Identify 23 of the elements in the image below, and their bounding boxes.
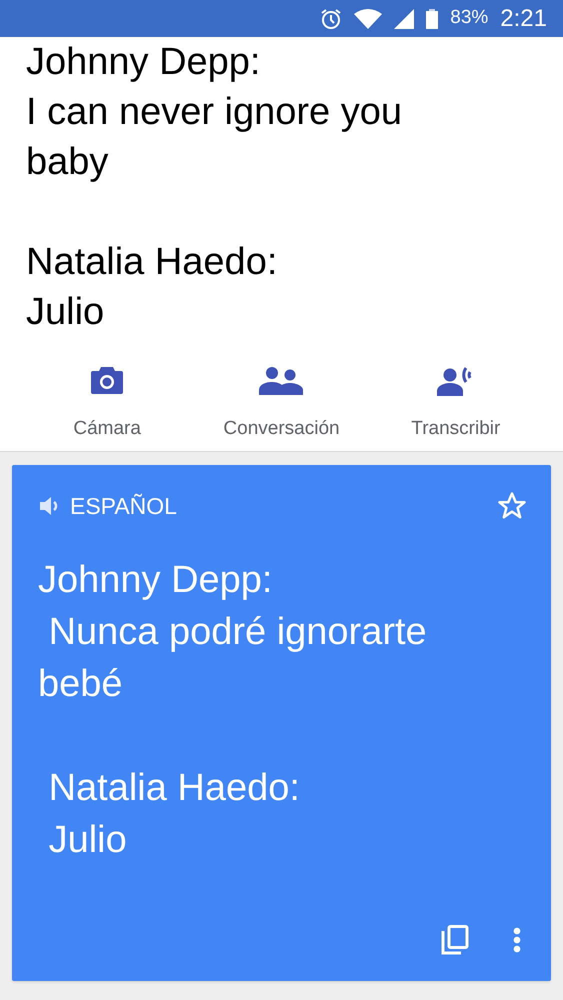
source-text: Julio bbox=[26, 290, 106, 335]
action-button[interactable]: Conversación bbox=[194, 355, 369, 451]
clock: 2:21 bbox=[500, 4, 547, 34]
wifi-icon bbox=[354, 8, 382, 28]
translated-text: Natalia Haedo: bbox=[48, 766, 301, 810]
battery-icon bbox=[426, 8, 438, 28]
action-button[interactable]: Cámara bbox=[20, 355, 194, 451]
camera-icon bbox=[90, 365, 124, 395]
copy-icon[interactable] bbox=[441, 925, 469, 955]
star-icon[interactable] bbox=[497, 491, 527, 522]
language-label: ESPAÑOL bbox=[70, 492, 177, 521]
signal-icon bbox=[394, 8, 414, 28]
translated-text: Nunca podré ignorarte bebé bbox=[38, 610, 428, 706]
action-button[interactable]: Transcribir bbox=[368, 355, 543, 451]
source-text: Natalia Haedo: bbox=[26, 240, 278, 285]
source-text: I can never ignore you baby bbox=[26, 90, 404, 185]
source-text: Johnny Depp: bbox=[26, 40, 262, 85]
translated-text: Julio bbox=[48, 818, 128, 862]
alarm-icon bbox=[320, 8, 342, 30]
battery-percent: 83% bbox=[450, 6, 488, 30]
more-icon[interactable] bbox=[513, 927, 521, 953]
people-icon bbox=[259, 365, 304, 395]
translated-text: Johnny Depp: bbox=[38, 558, 274, 602]
